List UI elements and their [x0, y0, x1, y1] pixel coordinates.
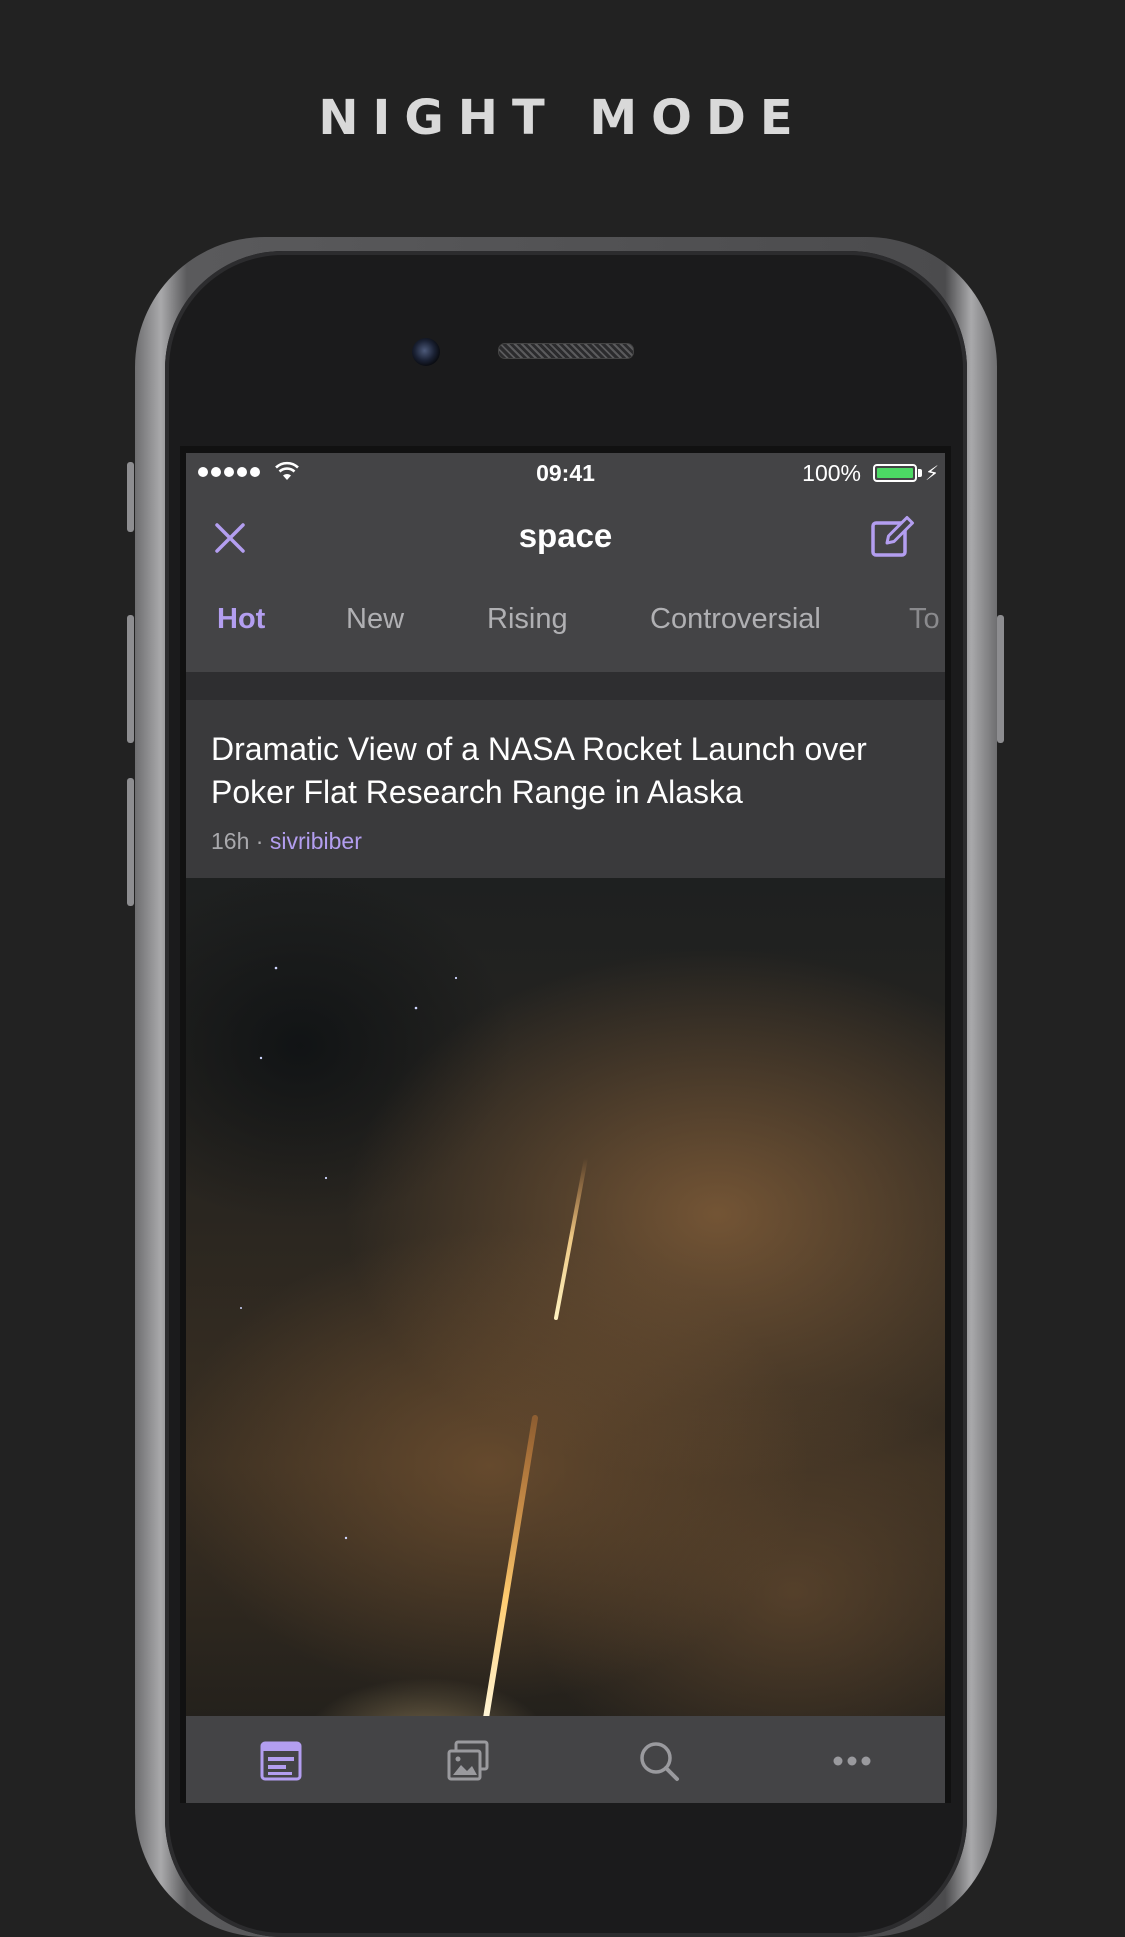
tab-hot[interactable]: Hot: [217, 603, 265, 636]
tab-bar: [186, 1716, 945, 1803]
page-title: space: [518, 517, 613, 554]
post-meta: 16h · sivribiber: [211, 828, 362, 855]
sort-tabs: Hot New Rising Controversial To: [186, 603, 945, 653]
rocket-launch-photo: [240, 966, 588, 1798]
navigation-bar: 09:41 100% ⚡ space Hot New Rising Contro…: [186, 453, 945, 672]
tab-rising[interactable]: Rising: [487, 603, 568, 636]
search-icon[interactable]: [636, 1738, 682, 1784]
tab-controversial[interactable]: Controversial: [650, 603, 821, 636]
front-camera: [412, 338, 440, 366]
post-card[interactable]: Dramatic View of a NASA Rocket Launch ov…: [186, 700, 945, 880]
post-image[interactable]: [186, 878, 945, 1798]
app-screen: 09:41 100% ⚡ space Hot New Rising Contro…: [186, 453, 945, 1803]
posts-icon[interactable]: [258, 1738, 304, 1784]
status-bar: 09:41 100% ⚡: [186, 453, 945, 493]
section-divider: [186, 672, 945, 700]
volume-up-button: [127, 615, 134, 743]
post-author[interactable]: sivribiber: [270, 828, 362, 854]
tab-top[interactable]: To: [909, 603, 940, 636]
headline: NIGHT MODE: [318, 90, 807, 146]
battery-icon: [873, 464, 917, 482]
post-title[interactable]: Dramatic View of a NASA Rocket Launch ov…: [211, 728, 931, 814]
tab-new[interactable]: New: [346, 603, 404, 636]
meta-separator: ·: [255, 828, 264, 854]
earpiece-speaker: [498, 343, 634, 359]
post-age: 16h: [211, 828, 250, 854]
mute-switch: [127, 462, 134, 532]
battery-percentage: 100%: [802, 460, 861, 486]
gallery-icon[interactable]: [445, 1738, 491, 1784]
charging-icon: ⚡: [924, 463, 939, 485]
more-icon[interactable]: [829, 1738, 875, 1784]
compose-icon[interactable]: [869, 513, 917, 561]
volume-down-button: [127, 778, 134, 906]
power-button: [997, 615, 1004, 743]
